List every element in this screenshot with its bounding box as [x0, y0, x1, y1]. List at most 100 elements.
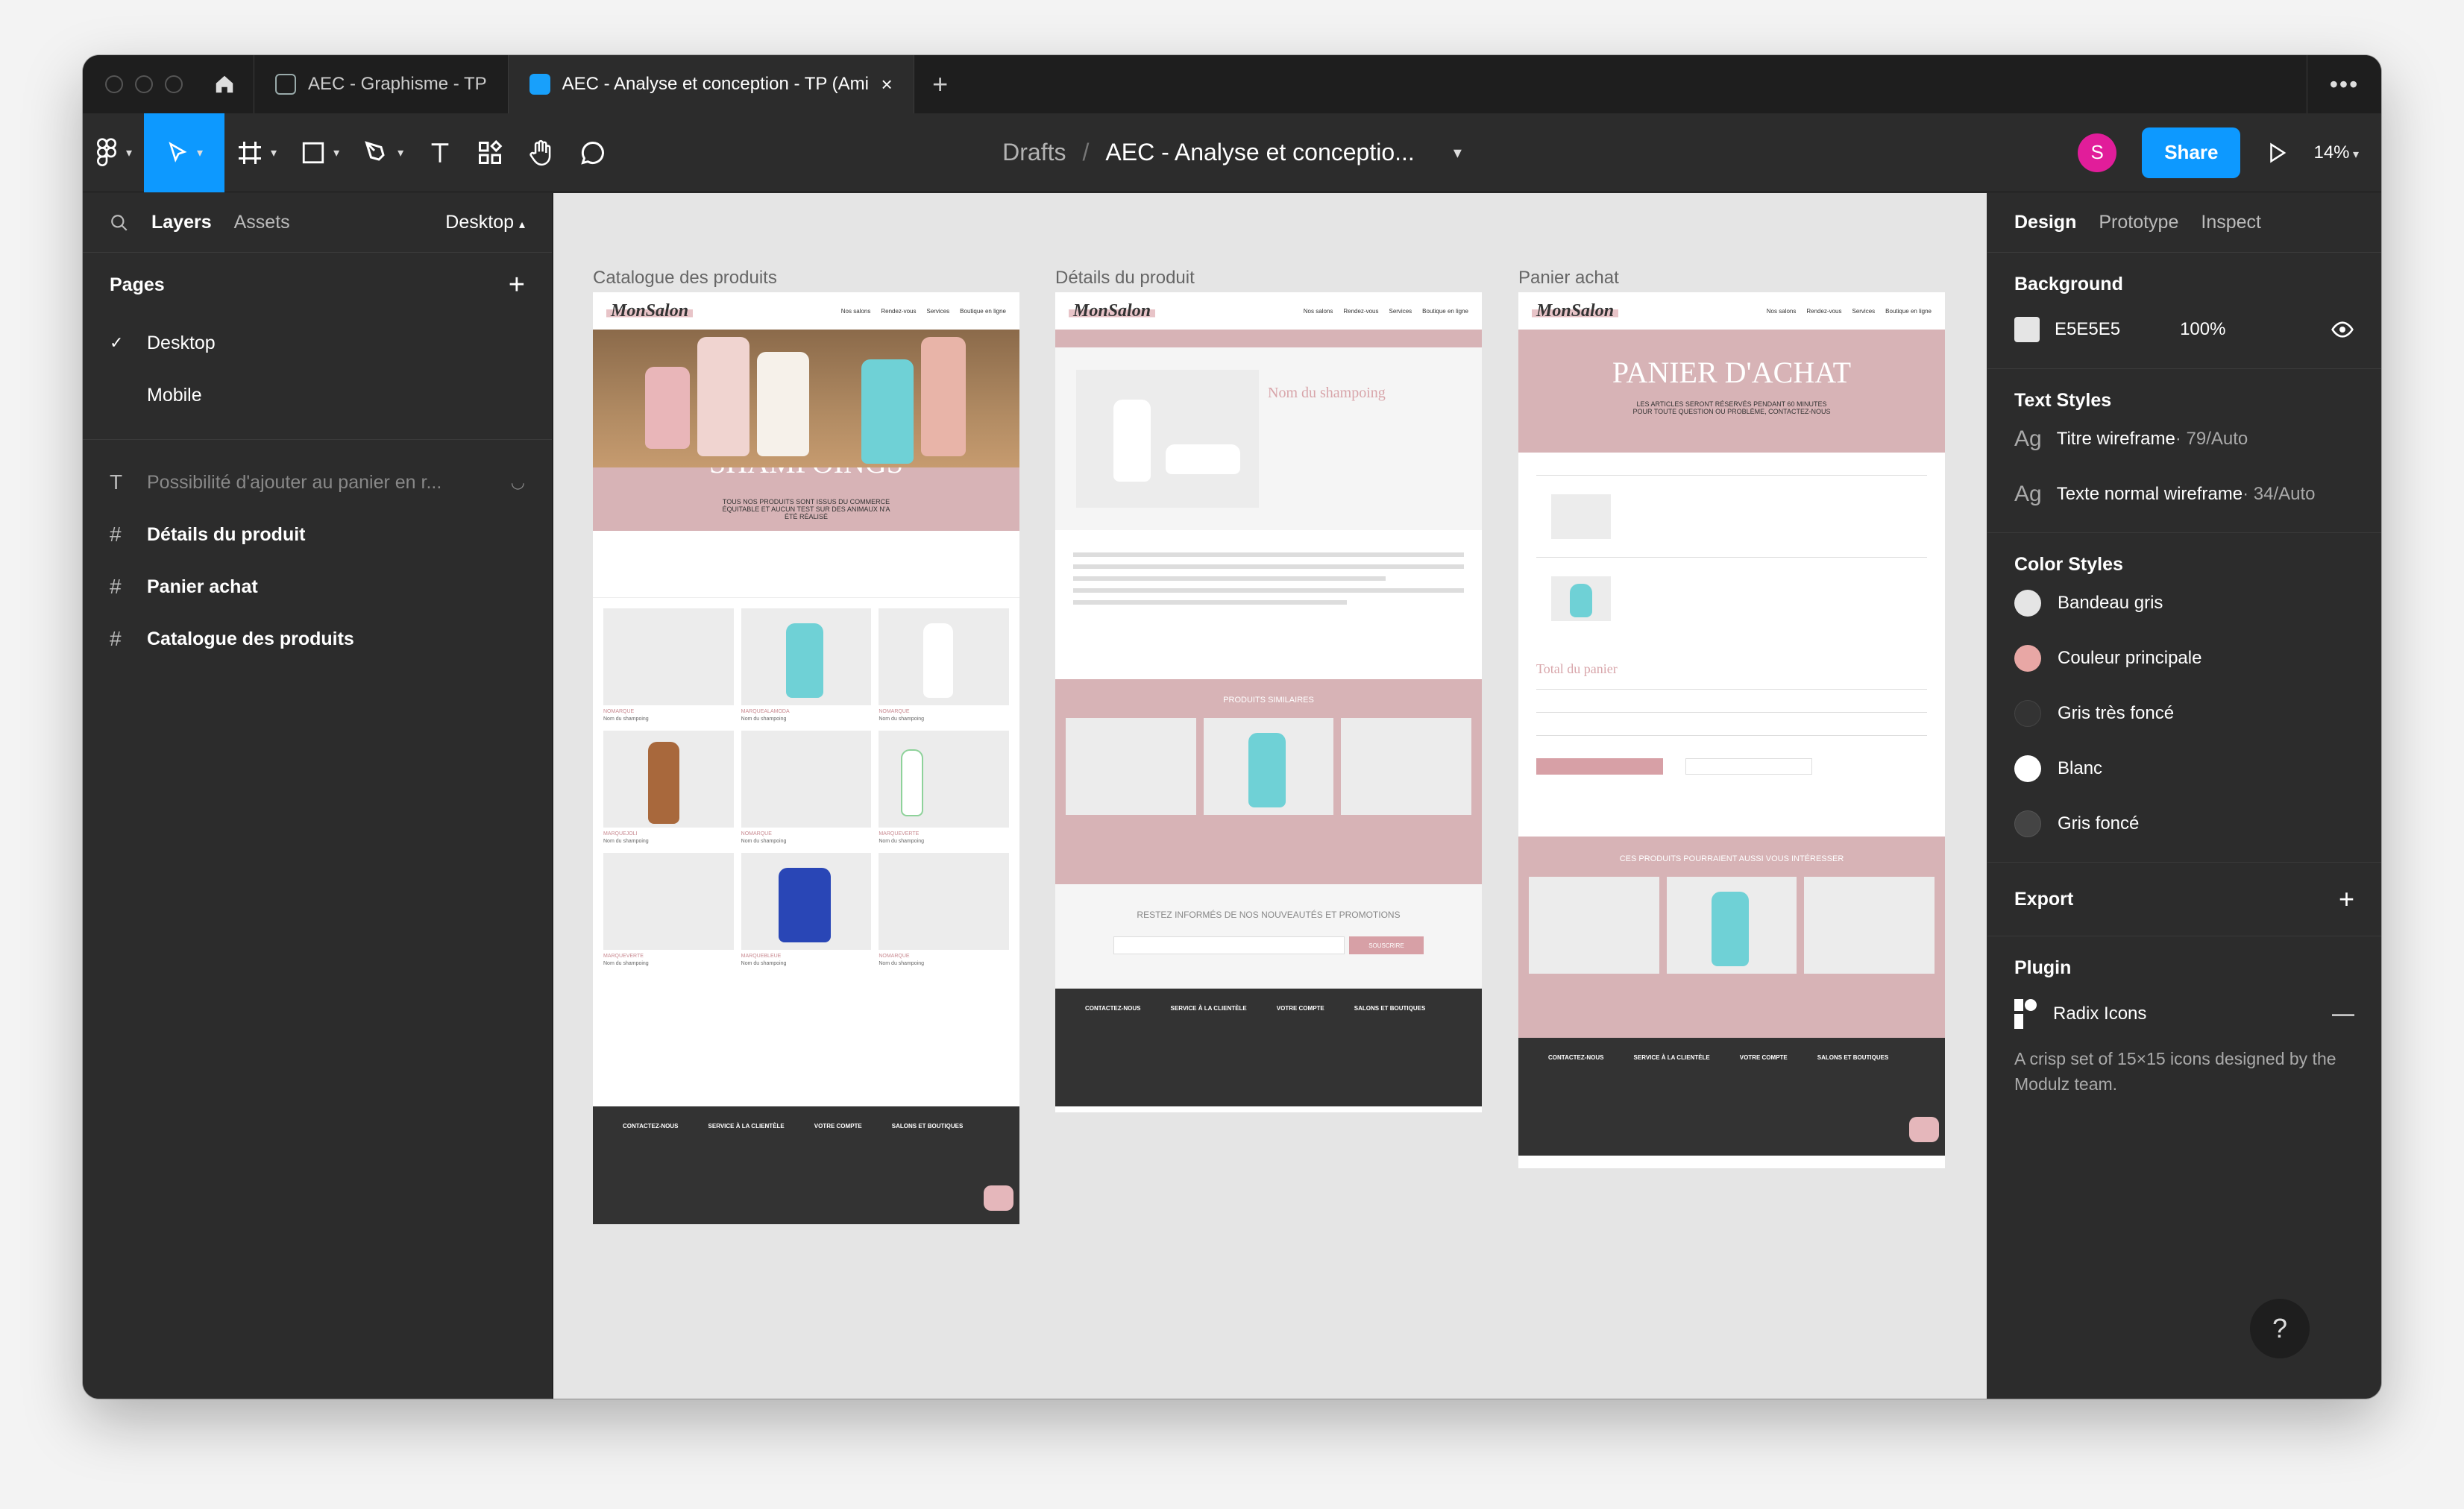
frame-label-catalogue[interactable]: Catalogue des produits: [593, 268, 777, 289]
play-icon[interactable]: [2266, 142, 2288, 164]
background-opacity[interactable]: 100%: [2180, 319, 2225, 340]
nav-link: Boutique en ligne: [960, 307, 1006, 315]
page-selector[interactable]: Desktop ▴: [445, 212, 525, 233]
text-tool[interactable]: [415, 113, 465, 192]
color-style-name: Gris très foncé: [2058, 703, 2175, 723]
color-style-item[interactable]: Blanc: [2014, 741, 2354, 796]
tab-assets[interactable]: Assets: [234, 212, 290, 233]
chevron-down-icon[interactable]: ▾: [1453, 143, 1462, 163]
home-icon[interactable]: [195, 55, 254, 113]
share-button[interactable]: Share: [2142, 127, 2241, 178]
text-style-meta: · 79/Auto: [2175, 429, 2248, 449]
nav-link: Rendez-vous: [1806, 307, 1842, 315]
help-button[interactable]: ?: [2250, 1299, 2310, 1358]
canvas[interactable]: Catalogue des produits MonSalon Nos salon…: [553, 193, 1987, 1399]
product-name: Nom du shampoing: [603, 839, 649, 844]
search-icon[interactable]: [110, 213, 129, 233]
more-options-icon[interactable]: •••: [2307, 55, 2381, 113]
background-swatch[interactable]: [2014, 317, 2040, 342]
layer-text[interactable]: T Possibilité d'ajouter au panier en r...…: [83, 456, 552, 508]
frame-details[interactable]: MonSalon Nos salons Rendez-vous Services Bou…: [1055, 292, 1482, 1112]
color-style-item[interactable]: Gris foncé: [2014, 796, 2354, 851]
remove-plugin-icon[interactable]: —: [2332, 1001, 2354, 1027]
layer-frame-details[interactable]: # Détails du produit: [83, 508, 552, 561]
shape-tool[interactable]: ▾: [289, 113, 351, 192]
color-style-item[interactable]: Bandeau gris: [2014, 576, 2354, 631]
hero-subtitle: TOUS NOS PRODUITS SONT ISSUS DU COMMERCE…: [722, 498, 890, 520]
layer-label: Catalogue des produits: [147, 628, 354, 649]
avatar[interactable]: S: [2078, 133, 2117, 172]
text-layer-icon: T: [110, 470, 123, 494]
comment-tool[interactable]: [568, 113, 618, 192]
chevron-down-icon: ▾: [126, 146, 133, 160]
tab-inspect[interactable]: Inspect: [2201, 212, 2261, 233]
layer-frame-panier[interactable]: # Panier achat: [83, 561, 552, 613]
window-controls: [83, 75, 195, 93]
plugin-item[interactable]: Radix Icons —: [2014, 995, 2354, 1033]
chat-icon: [1909, 1117, 1939, 1142]
page-selector-label: Desktop: [445, 212, 515, 233]
breadcrumb: Drafts / AEC - Analyse et conceptio... ▾: [1002, 139, 1462, 166]
nav-link: Rendez-vous: [1343, 307, 1379, 315]
nav-link: Rendez-vous: [881, 307, 917, 315]
text-styles-header: Text Styles: [2014, 390, 2112, 411]
add-export-icon[interactable]: +: [2339, 883, 2354, 915]
cart-total-title: Total du panier: [1536, 661, 1618, 676]
maximize-light[interactable]: [165, 75, 183, 93]
move-tool[interactable]: ▾: [144, 113, 225, 192]
plugin-header: Plugin: [2014, 957, 2072, 978]
hand-icon: [529, 139, 551, 166]
frame-icon: #: [110, 627, 122, 650]
page-item-mobile[interactable]: Mobile: [83, 369, 552, 421]
tab-analyse[interactable]: AEC - Analyse et conception - TP (Ami ×: [508, 55, 914, 113]
background-hex[interactable]: E5E5E5: [2055, 319, 2120, 340]
cursor-icon: [169, 141, 187, 163]
text-style-item[interactable]: Ag Texte normal wireframe · 34/Auto: [2014, 467, 2354, 522]
checkmark-icon: ✓: [110, 333, 124, 352]
close-tab-icon[interactable]: ×: [881, 73, 892, 96]
color-style-name: Bandeau gris: [2058, 593, 2163, 613]
radix-logo-icon: [2014, 999, 2037, 1029]
file-title[interactable]: AEC - Analyse et conceptio...: [1105, 139, 1414, 166]
breadcrumb-drafts[interactable]: Drafts: [1002, 139, 1066, 166]
tab-prototype[interactable]: Prototype: [2099, 212, 2178, 233]
tab-graphisme[interactable]: AEC - Graphisme - TP: [254, 55, 509, 113]
resources-tool[interactable]: [465, 113, 515, 192]
tab-title: AEC - Graphisme - TP: [308, 74, 487, 94]
text-style-icon: Ag: [2014, 482, 2042, 506]
frame-panier[interactable]: MonSalon Nos salons Rendez-vous Services Bou…: [1518, 292, 1945, 1168]
product-name: Nom du shampoing: [741, 961, 787, 966]
chevron-up-icon: ▴: [518, 218, 525, 231]
page-label: Desktop: [147, 332, 216, 353]
new-tab-icon[interactable]: +: [914, 69, 967, 100]
minimize-light[interactable]: [135, 75, 153, 93]
tab-layers[interactable]: Layers: [151, 212, 212, 233]
pen-tool[interactable]: ▾: [351, 113, 415, 192]
eye-icon[interactable]: [2331, 318, 2354, 341]
page-item-desktop[interactable]: ✓ Desktop: [83, 317, 552, 369]
hand-tool[interactable]: [515, 113, 568, 192]
frame-icon: #: [110, 523, 122, 546]
main-menu-button[interactable]: ▾: [83, 113, 144, 192]
chat-icon: [984, 1185, 1013, 1211]
footer-col: SALONS ET BOUTIQUES: [891, 1123, 964, 1130]
frame-catalogue[interactable]: MonSalon Nos salons Rendez-vous Services Bou…: [593, 292, 1019, 1224]
frame-label-panier[interactable]: Panier achat: [1518, 268, 1619, 289]
close-light[interactable]: [105, 75, 123, 93]
layer-frame-catalogue[interactable]: # Catalogue des produits: [83, 613, 552, 665]
add-page-icon[interactable]: +: [509, 269, 525, 301]
tab-title: AEC - Analyse et conception - TP (Ami: [562, 74, 869, 94]
zoom-control[interactable]: 14% ▾: [2313, 142, 2359, 163]
text-style-item[interactable]: Ag Titre wireframe · 79/Auto: [2014, 412, 2354, 467]
product-name: Nom du shampoing: [741, 716, 787, 722]
color-styles-header: Color Styles: [2014, 554, 2123, 575]
tab-design[interactable]: Design: [2014, 212, 2076, 233]
plugin-description: A crisp set of 15×15 icons designed by t…: [2014, 1049, 2336, 1094]
color-style-item[interactable]: Couleur principale: [2014, 631, 2354, 686]
main-toolbar: ▾ ▾ ▾ ▾ ▾ Drafts / AEC - Analyse et conc…: [83, 113, 2381, 192]
product-name: Nom du shampoing: [741, 839, 787, 844]
frame-label-details[interactable]: Détails du produit: [1055, 268, 1195, 289]
color-style-item[interactable]: Gris très foncé: [2014, 686, 2354, 741]
frame-tool[interactable]: ▾: [224, 113, 289, 192]
eye-closed-icon[interactable]: ◡: [511, 473, 525, 492]
